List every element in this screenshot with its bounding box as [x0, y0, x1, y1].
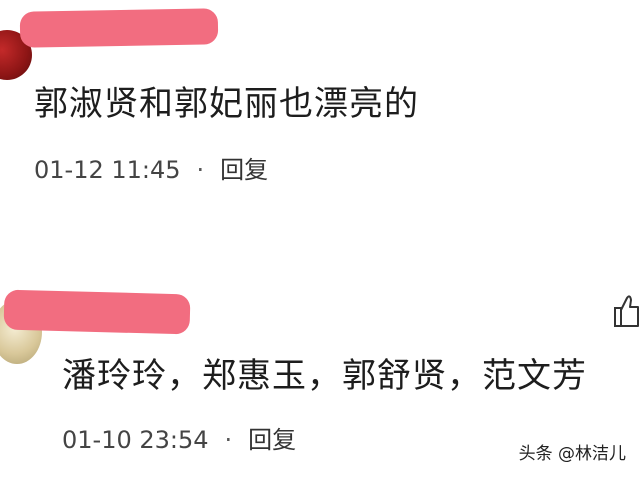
comment-meta: 01-10 23:54 · 回复 [62, 420, 296, 455]
comment-text: 潘玲玲，郑惠玉，郭舒贤，范文芳 [62, 356, 587, 396]
redacted-username [3, 289, 191, 335]
reply-button[interactable]: 回复 [248, 426, 296, 454]
comment-item-2: 潘玲玲，郑惠玉，郭舒贤，范文芳 01-10 23:54 · 回复 [0, 0, 640, 480]
separator-dot: · [224, 426, 233, 454]
source-watermark: 头条 @林洁儿 [518, 444, 626, 464]
comment-timestamp: 01-10 23:54 [62, 426, 209, 454]
thumbs-up-icon[interactable] [612, 292, 640, 330]
